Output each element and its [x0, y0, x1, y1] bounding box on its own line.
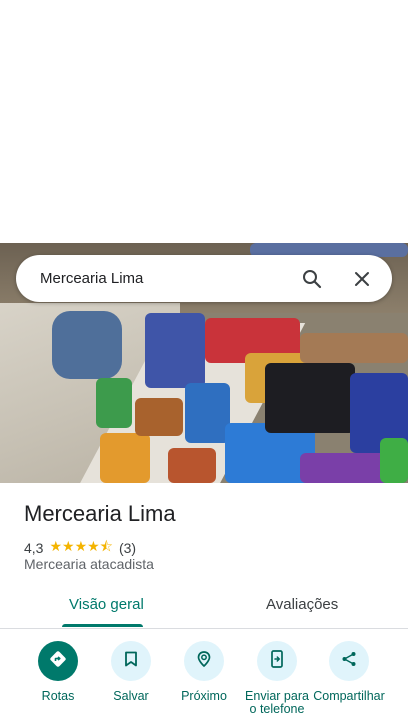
bookmark-icon [124, 651, 138, 672]
search-input[interactable]: Mercearia Lima [40, 270, 300, 287]
search-bar[interactable]: Mercearia Lima [16, 255, 392, 302]
blank-map-area [0, 0, 408, 243]
share-label: Compartilhar [313, 689, 385, 703]
send-to-phone-icon [270, 649, 284, 673]
search-icon[interactable] [300, 267, 324, 291]
nearby-button[interactable]: Próximo [164, 641, 244, 703]
directions-icon [49, 650, 67, 673]
send-to-phone-label: Enviar para o telefone [245, 689, 309, 716]
directions-label: Rotas [41, 689, 75, 703]
save-button[interactable]: Salvar [91, 641, 171, 703]
send-to-phone-button[interactable]: Enviar para o telefone [237, 641, 317, 716]
save-label: Salvar [113, 689, 149, 703]
action-bar: Rotas Salvar Próximo Enviar para o telef… [0, 641, 408, 726]
place-category: Mercearia atacadista [24, 556, 154, 572]
nearby-icon [195, 650, 213, 673]
tab-overview[interactable]: Visão geral [69, 596, 144, 613]
close-icon[interactable] [350, 267, 374, 291]
place-title: Mercearia Lima [24, 501, 176, 526]
tab-bar: Visão geral Avaliações [0, 588, 408, 629]
nearby-label: Próximo [181, 689, 227, 703]
directions-button[interactable]: Rotas [18, 641, 98, 703]
review-count: (3) [118, 540, 137, 556]
rating-value: 4,3 [24, 540, 44, 556]
tab-reviews[interactable]: Avaliações [266, 596, 338, 613]
share-icon [341, 651, 357, 672]
active-tab-indicator [62, 624, 143, 627]
share-button[interactable]: Compartilhar [309, 641, 389, 703]
